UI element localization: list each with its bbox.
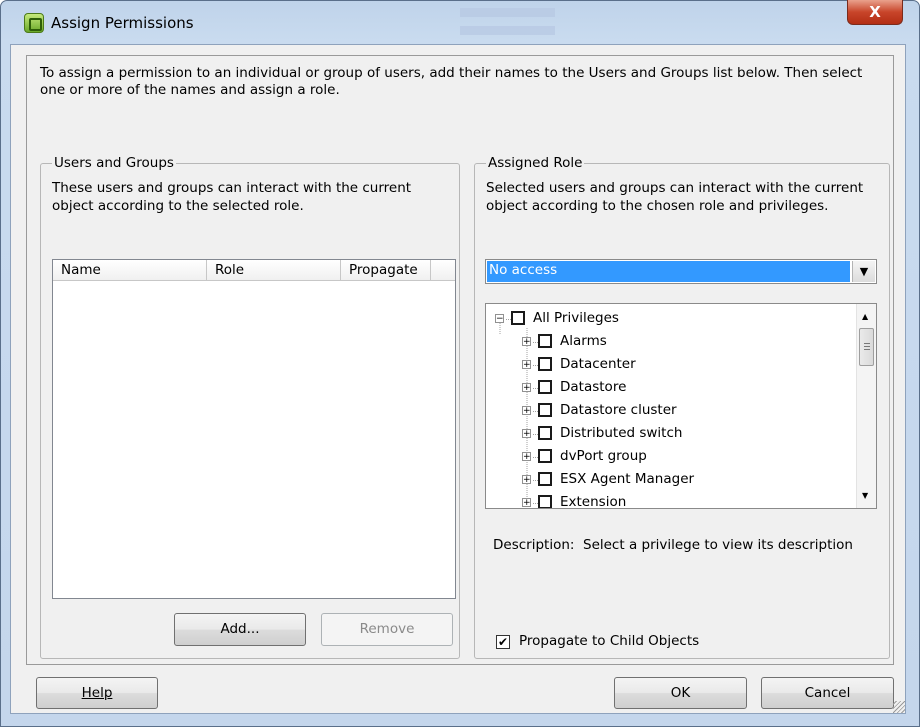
- privilege-row[interactable]: + Datastore: [486, 377, 856, 400]
- grip-line-icon: [864, 343, 870, 344]
- expand-icon[interactable]: +: [522, 337, 531, 347]
- expand-icon[interactable]: +: [522, 452, 531, 462]
- help-button-label: Help: [81, 685, 113, 701]
- column-header-propagate[interactable]: Propagate: [341, 260, 431, 281]
- grip-line-icon: [864, 346, 870, 347]
- users-and-groups-legend: Users and Groups: [52, 155, 176, 171]
- intro-text: To assign a permission to an individual …: [40, 65, 863, 98]
- privilege-checkbox[interactable]: [538, 357, 552, 371]
- privilege-label: ESX Agent Manager: [560, 471, 695, 487]
- scrollbar-thumb[interactable]: [859, 328, 874, 366]
- cancel-button[interactable]: Cancel: [761, 677, 894, 709]
- checkmark-icon: ✔: [497, 635, 509, 649]
- column-header-role[interactable]: Role: [207, 260, 341, 281]
- privilege-label: Datacenter: [560, 356, 636, 372]
- collapse-icon[interactable]: −: [495, 314, 504, 324]
- grip-line-icon: [864, 349, 870, 350]
- privilege-label: Datastore cluster: [560, 402, 677, 418]
- propagate-checkbox[interactable]: ✔: [496, 635, 510, 649]
- privilege-checkbox[interactable]: [538, 426, 552, 440]
- ok-button[interactable]: OK: [614, 677, 747, 709]
- privilege-label: Distributed switch: [560, 425, 683, 441]
- expand-icon[interactable]: +: [522, 383, 531, 393]
- description-label: Description:: [493, 537, 575, 553]
- role-dropdown[interactable]: No access ▼: [485, 259, 877, 284]
- privilege-checkbox[interactable]: [511, 311, 525, 325]
- privilege-checkbox[interactable]: [538, 334, 552, 348]
- privilege-row[interactable]: + Extension: [486, 492, 856, 509]
- description-text: Select a privilege to view its descripti…: [583, 537, 853, 553]
- privilege-checkbox[interactable]: [538, 495, 552, 508]
- users-and-groups-description: These users and groups can interact with…: [52, 180, 412, 214]
- close-button[interactable]: X: [847, 0, 903, 25]
- privilege-row[interactable]: + Distributed switch: [486, 423, 856, 446]
- privilege-row[interactable]: + dvPort group: [486, 446, 856, 469]
- propagate-label[interactable]: Propagate to Child Objects: [519, 633, 699, 649]
- privilege-label: Extension: [560, 494, 627, 509]
- expand-icon[interactable]: +: [522, 429, 531, 439]
- add-button[interactable]: Add...: [174, 613, 306, 646]
- help-button[interactable]: Help: [36, 677, 158, 709]
- vsphere-app-icon: [24, 13, 44, 33]
- privilege-checkbox[interactable]: [538, 449, 552, 463]
- privilege-label: All Privileges: [533, 310, 619, 326]
- privilege-checkbox[interactable]: [538, 380, 552, 394]
- expand-icon[interactable]: +: [522, 475, 531, 485]
- assigned-role-legend: Assigned Role: [486, 155, 585, 171]
- resize-grip-icon[interactable]: [893, 701, 905, 713]
- background-window-fragment: [460, 26, 555, 35]
- privilege-label: dvPort group: [560, 448, 647, 464]
- column-header-filler: [431, 260, 455, 281]
- privilege-checkbox[interactable]: [538, 472, 552, 486]
- chevron-down-icon[interactable]: ▼: [852, 261, 875, 282]
- privilege-row[interactable]: − All Privileges: [486, 308, 856, 331]
- role-dropdown-value: No access: [487, 261, 850, 282]
- remove-button[interactable]: Remove: [321, 613, 453, 646]
- privilege-label: Alarms: [560, 333, 607, 349]
- column-header-name[interactable]: Name: [53, 260, 207, 281]
- privileges-tree[interactable]: − All Privileges + Alarms + Datacenter + Datast…: [485, 303, 877, 509]
- privilege-row[interactable]: + Datacenter: [486, 354, 856, 377]
- tree-vertical-scrollbar[interactable]: ▲ ▼: [856, 304, 876, 508]
- privilege-row[interactable]: + ESX Agent Manager: [486, 469, 856, 492]
- expand-icon[interactable]: +: [522, 498, 531, 508]
- users-groups-list[interactable]: Name Role Propagate: [52, 259, 456, 599]
- privilege-row[interactable]: + Datastore cluster: [486, 400, 856, 423]
- privilege-row[interactable]: + Alarms: [486, 331, 856, 354]
- background-window-fragment: [460, 8, 555, 17]
- scroll-down-icon[interactable]: ▼: [862, 491, 868, 500]
- scroll-up-icon[interactable]: ▲: [862, 312, 868, 321]
- assigned-role-description: Selected users and groups can interact w…: [486, 180, 864, 214]
- expand-icon[interactable]: +: [522, 360, 531, 370]
- privilege-checkbox[interactable]: [538, 403, 552, 417]
- privilege-label: Datastore: [560, 379, 627, 395]
- expand-icon[interactable]: +: [522, 406, 531, 416]
- window-title: Assign Permissions: [51, 14, 194, 32]
